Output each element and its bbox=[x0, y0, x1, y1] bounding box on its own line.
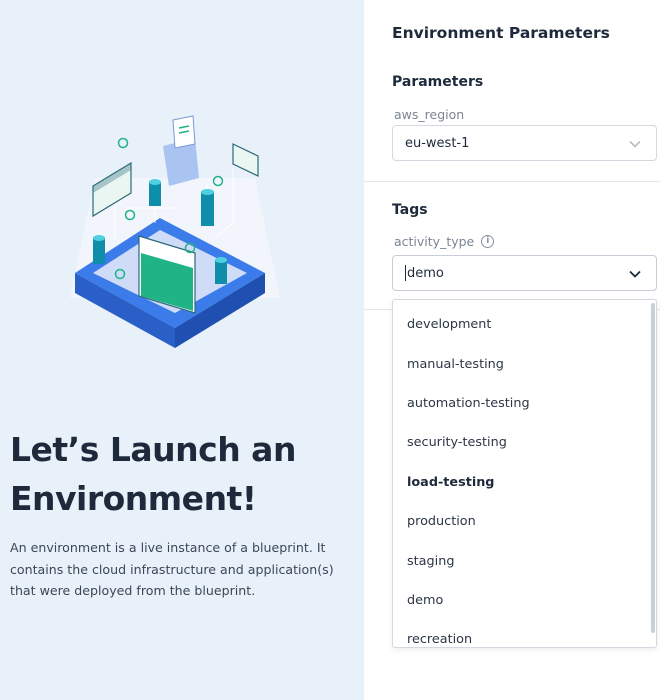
hero-title: Let’s Launch an Environment! bbox=[10, 430, 296, 518]
aws-region-label: aws_region bbox=[394, 107, 464, 122]
dropdown-option-production[interactable]: production bbox=[393, 502, 656, 541]
dropdown-option-manual-testing[interactable]: manual-testing bbox=[393, 344, 656, 383]
info-icon[interactable]: i bbox=[481, 235, 495, 248]
aws-region-value: eu-west-1 bbox=[405, 135, 470, 151]
activity-type-dropdown[interactable]: development manual-testing automation-te… bbox=[392, 299, 657, 648]
aws-region-label-text: aws_region bbox=[394, 107, 465, 122]
aws-region-select[interactable]: eu-west-1 bbox=[392, 125, 657, 161]
chevron-down-icon bbox=[629, 140, 641, 148]
activity-type-value: demo bbox=[407, 265, 444, 281]
panel-title: Environment Parameters bbox=[392, 24, 610, 42]
activity-type-label-text: activity_type bbox=[394, 234, 475, 249]
dropdown-option-security-testing[interactable]: security-testing bbox=[393, 423, 656, 462]
dropdown-option-development[interactable]: development bbox=[393, 305, 656, 344]
dropdown-option-demo[interactable]: demo bbox=[393, 581, 656, 620]
tags-section-title: Tags bbox=[392, 202, 428, 218]
section-divider bbox=[364, 181, 660, 182]
chevron-down-icon bbox=[629, 270, 641, 278]
activity-type-select[interactable]: demo bbox=[392, 255, 657, 291]
hero-description: An environment is a live instance of a b… bbox=[10, 540, 334, 598]
activity-type-label: activity_type i bbox=[394, 234, 495, 249]
dropdown-option-staging[interactable]: staging bbox=[393, 541, 656, 580]
dropdown-option-load-testing[interactable]: load-testing bbox=[393, 463, 656, 502]
dropdown-option-recreation[interactable]: recreation bbox=[393, 620, 656, 647]
dropdown-scrollbar[interactable] bbox=[651, 303, 655, 633]
text-caret bbox=[405, 265, 406, 281]
intro-panel: Let’s Launch an Environment! An environm… bbox=[0, 0, 364, 700]
dropdown-option-automation-testing[interactable]: automation-testing bbox=[393, 384, 656, 423]
environment-illustration bbox=[70, 115, 280, 348]
parameters-section-title: Parameters bbox=[392, 74, 484, 90]
